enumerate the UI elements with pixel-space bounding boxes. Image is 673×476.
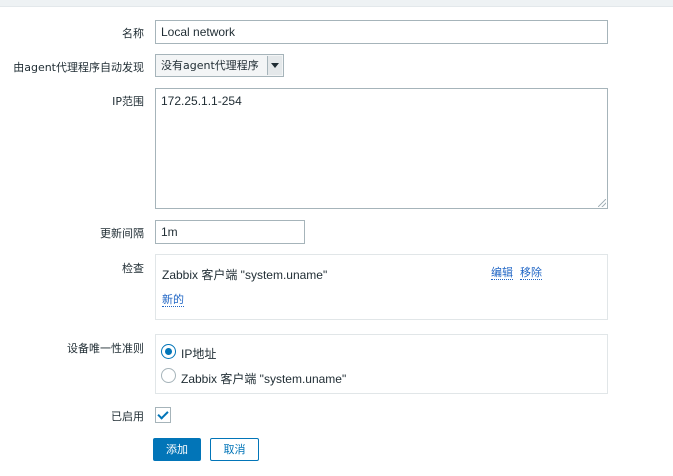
check-edit-link[interactable]: 编辑 (491, 266, 513, 280)
name-label: 名称 (122, 27, 144, 40)
check-new-link[interactable]: 新的 (162, 293, 184, 307)
check-remove-link[interactable]: 移除 (520, 266, 542, 280)
top-bar (0, 0, 673, 7)
uniqueness-label: 设备唯一性准则 (67, 342, 144, 355)
enabled-label: 已启用 (111, 410, 144, 423)
uniqueness-radio-agent[interactable] (161, 368, 176, 383)
update-interval-input[interactable] (155, 220, 305, 244)
add-button[interactable]: 添加 (153, 438, 201, 461)
update-interval-label: 更新间隔 (100, 227, 144, 240)
ip-range-textarea[interactable]: 172.25.1.1-254 (155, 88, 608, 209)
proxy-label: 由agent代理程序自动发现 (13, 61, 144, 74)
chevron-down-icon (267, 56, 282, 75)
check-item-name: Zabbix 客户端 "system.uname" (162, 268, 328, 282)
proxy-select[interactable]: 没有agent代理程序 (155, 54, 284, 77)
checks-label: 检查 (122, 262, 144, 275)
enabled-checkbox[interactable] (155, 407, 171, 423)
name-input[interactable] (155, 20, 608, 44)
uniqueness-option-agent-label: Zabbix 客户端 "system.uname" (181, 372, 347, 386)
uniqueness-option-ip-label: IP地址 (181, 347, 217, 361)
checks-box (155, 254, 608, 320)
proxy-selected-value: 没有agent代理程序 (161, 59, 259, 72)
ip-range-label: IP范围 (112, 95, 144, 108)
uniqueness-radio-ip[interactable] (161, 344, 176, 359)
cancel-button[interactable]: 取消 (210, 438, 259, 461)
resize-grip-icon[interactable] (598, 199, 606, 207)
